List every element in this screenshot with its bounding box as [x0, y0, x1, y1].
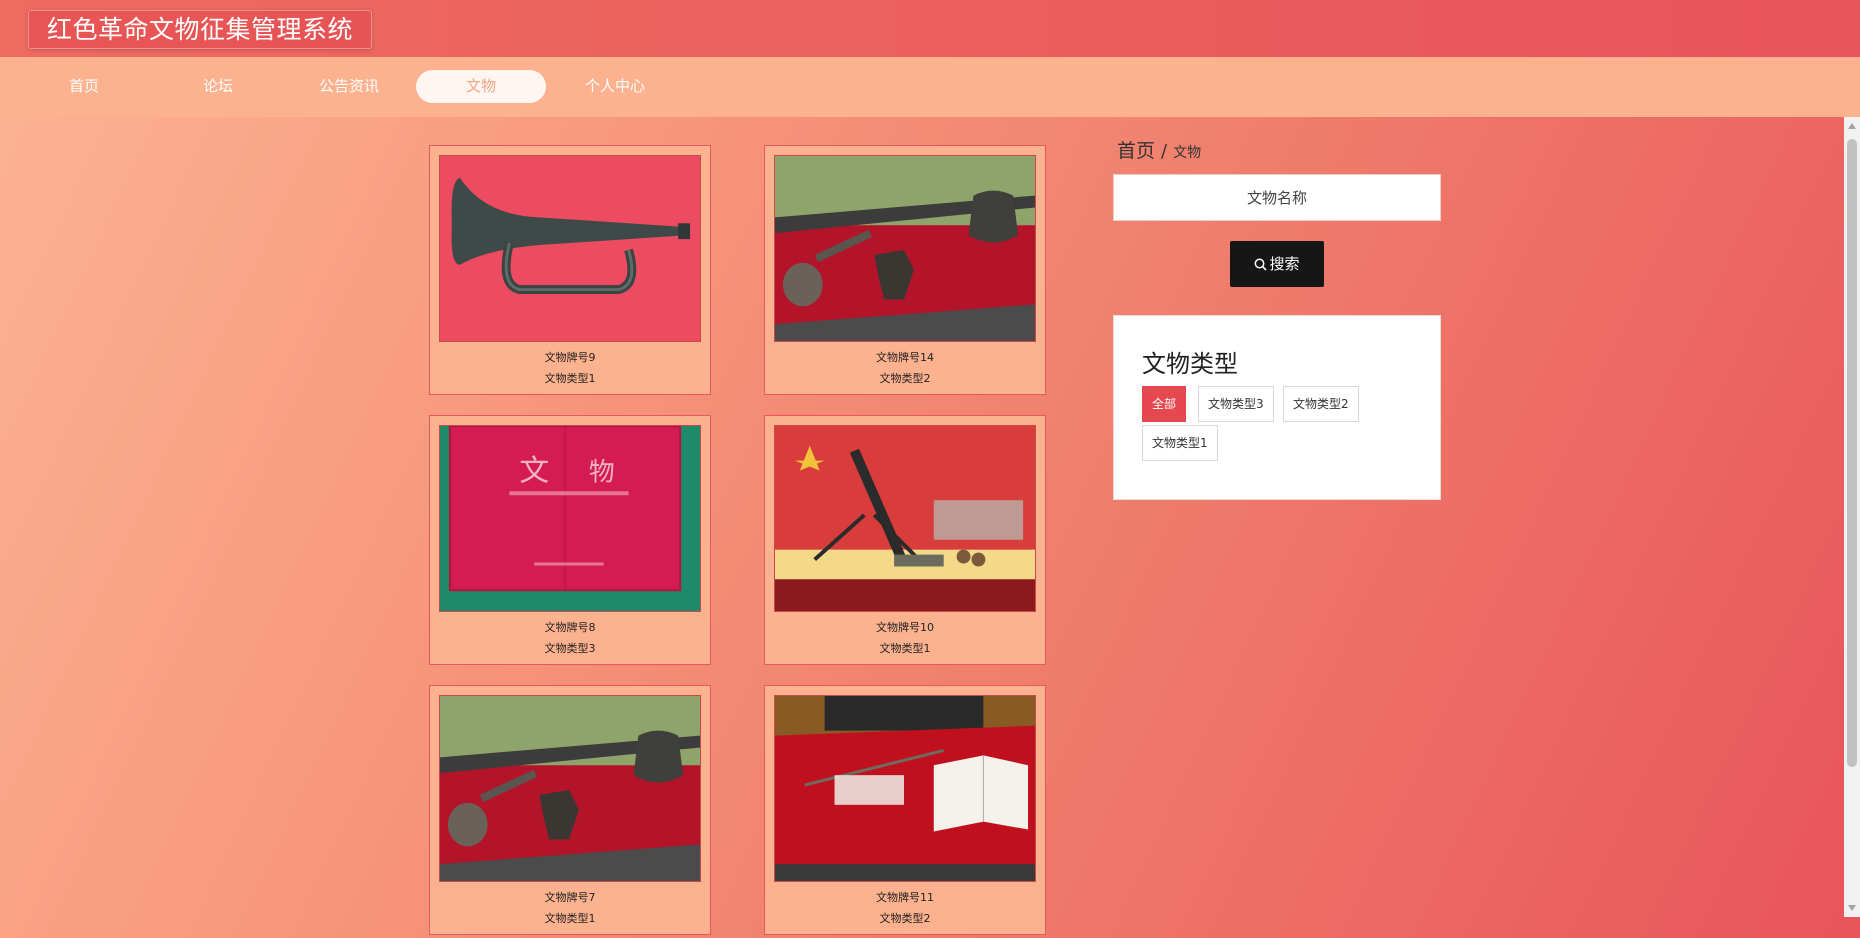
relic-image-bugle[interactable] — [439, 155, 701, 342]
relic-name: 文物牌号8 — [544, 621, 596, 634]
nav-item-forum[interactable]: 论坛 — [153, 70, 283, 103]
svg-text:文: 文 — [519, 453, 549, 488]
category-title: 文物类型 — [1142, 350, 1238, 378]
category-tag-type1[interactable]: 文物类型1 — [1142, 425, 1218, 461]
scroll-down-icon[interactable] — [1848, 905, 1856, 911]
relic-card[interactable]: 文物牌号10 文物类型1 — [764, 415, 1046, 665]
relic-card[interactable]: 文物牌号14 文物类型2 — [764, 145, 1046, 395]
relic-image-display-case[interactable] — [439, 695, 701, 882]
relic-name-search-input[interactable] — [1113, 174, 1441, 221]
relic-card[interactable]: 文物牌号7 文物类型1 — [429, 685, 711, 935]
nav-item-home[interactable]: 首页 — [19, 70, 149, 103]
relic-card[interactable]: 文物牌号9 文物类型1 — [429, 145, 711, 395]
main-navigation: 首页 论坛 公告资讯 文物 个人中心 — [0, 57, 1860, 117]
nav-item-announcements[interactable]: 公告资讯 — [284, 70, 414, 103]
scrollbar-thumb[interactable] — [1847, 139, 1857, 767]
category-filter-panel: 文物类型 全部 文物类型3 文物类型2 文物类型1 — [1113, 315, 1441, 500]
relic-type: 文物类型3 — [544, 642, 596, 655]
search-button[interactable]: 搜索 — [1230, 241, 1324, 287]
search-button-label: 搜索 — [1269, 255, 1300, 273]
svg-text:物: 物 — [589, 457, 615, 487]
relic-type: 文物类型2 — [879, 372, 931, 385]
relic-type: 文物类型1 — [544, 912, 596, 925]
breadcrumb-home[interactable]: 首页 — [1117, 140, 1155, 162]
top-header-bar: 红色革命文物征集管理系统 — [0, 0, 1860, 57]
nav-item-personal-center[interactable]: 个人中心 — [550, 70, 680, 103]
relic-name: 文物牌号7 — [544, 891, 596, 904]
relic-name: 文物牌号9 — [544, 351, 596, 364]
category-tag-all[interactable]: 全部 — [1142, 386, 1187, 422]
nav-item-relics[interactable]: 文物 — [416, 70, 546, 103]
relic-type: 文物类型2 — [879, 912, 931, 925]
relic-image-book-and-sword[interactable] — [774, 695, 1036, 882]
breadcrumb-separator: / — [1161, 141, 1168, 162]
scroll-up-icon[interactable] — [1848, 123, 1856, 129]
relic-card[interactable]: 文 物 文物牌号8 文物类型3 — [429, 415, 711, 665]
relic-name: 文物牌号10 — [876, 621, 934, 634]
relic-type: 文物类型1 — [879, 642, 931, 655]
relic-type: 文物类型1 — [544, 372, 596, 385]
relic-name: 文物牌号14 — [876, 351, 934, 364]
relic-image-magazine[interactable]: 文 物 — [439, 425, 701, 612]
relic-image-display-case[interactable] — [774, 155, 1036, 342]
relic-card[interactable]: 文物牌号11 文物类型2 — [764, 685, 1046, 935]
breadcrumb-current: 文物 — [1173, 145, 1202, 161]
relic-name: 文物牌号11 — [876, 891, 934, 904]
category-tag-type3[interactable]: 文物类型3 — [1198, 386, 1274, 422]
app-title: 红色革命文物征集管理系统 — [28, 10, 373, 49]
category-tag-type2[interactable]: 文物类型2 — [1283, 386, 1359, 422]
breadcrumb: 首页 / 文物 — [1117, 138, 1201, 166]
relic-image-mortar[interactable] — [774, 425, 1036, 612]
search-icon — [1254, 243, 1268, 289]
page-scrollbar[interactable] — [1844, 117, 1860, 917]
